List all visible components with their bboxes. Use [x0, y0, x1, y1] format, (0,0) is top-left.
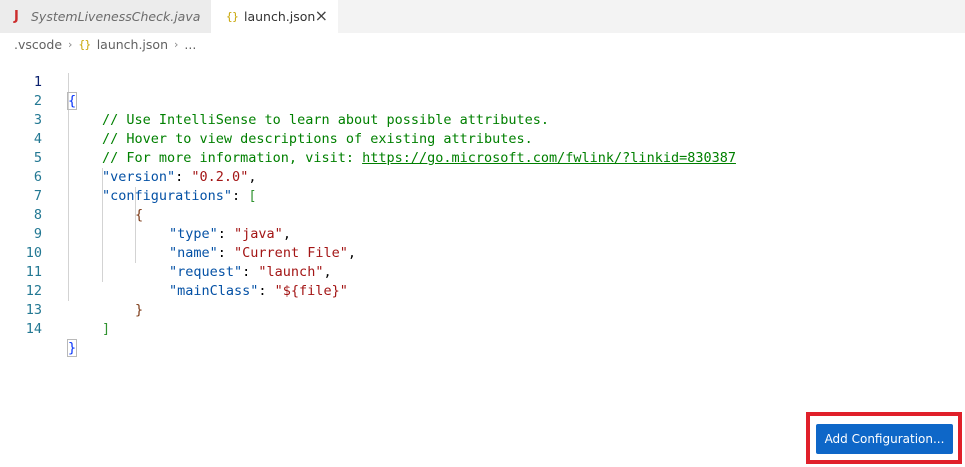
code-line: 11 "mainClass": "${file}" [0, 244, 965, 299]
code-line: 13 ] [0, 282, 965, 337]
code-line: 9 "name": "Current File", [0, 206, 965, 261]
breadcrumb-more[interactable]: ... [184, 37, 196, 52]
chevron-right-icon: › [174, 37, 179, 51]
code-line: 2 // Use IntelliSense to learn about pos… [0, 73, 965, 128]
breadcrumb-file[interactable]: launch.json [97, 37, 168, 52]
code-line: 6 "configurations": [ [0, 149, 965, 204]
chevron-right-icon: › [68, 37, 73, 51]
json-brace: } [66, 339, 78, 357]
code-line: 5 "version": "0.2.0", [0, 130, 965, 185]
json-file-icon: {} [78, 37, 91, 51]
tab-label: launch.json [244, 9, 316, 24]
code-line: 4 // For more information, visit: https:… [0, 111, 965, 166]
code-line: 10 "request": "launch", [0, 225, 965, 280]
code-line: 8 "type": "java", [0, 187, 965, 242]
code-line: 7 { [0, 168, 965, 223]
line-number: 14 [25, 321, 42, 337]
code-line: 3 // Hover to view descriptions of exist… [0, 92, 965, 147]
tab-system-liveness-check[interactable]: J SystemLivenessCheck.java [0, 0, 211, 33]
json-bracket: ] [102, 321, 111, 337]
tab-bar: J SystemLivenessCheck.java {} launch.jso… [0, 0, 965, 33]
java-file-icon: J [14, 9, 19, 24]
code-line: 12 } [0, 263, 965, 318]
tab-launch-json[interactable]: {} launch.json × [211, 0, 338, 33]
add-configuration-button[interactable]: Add Configuration... [816, 424, 953, 454]
code-editor[interactable]: 1 { 2 // Use IntelliSense to learn about… [0, 54, 965, 357]
code-line: 1 { [0, 54, 965, 110]
json-file-icon: {} [226, 10, 239, 23]
breadcrumb: .vscode › {} launch.json › ... [0, 33, 965, 55]
close-icon[interactable]: × [315, 7, 328, 25]
code-line: 14 } [0, 301, 965, 357]
tab-label: SystemLivenessCheck.java [31, 9, 201, 24]
breadcrumb-folder[interactable]: .vscode [14, 37, 62, 52]
